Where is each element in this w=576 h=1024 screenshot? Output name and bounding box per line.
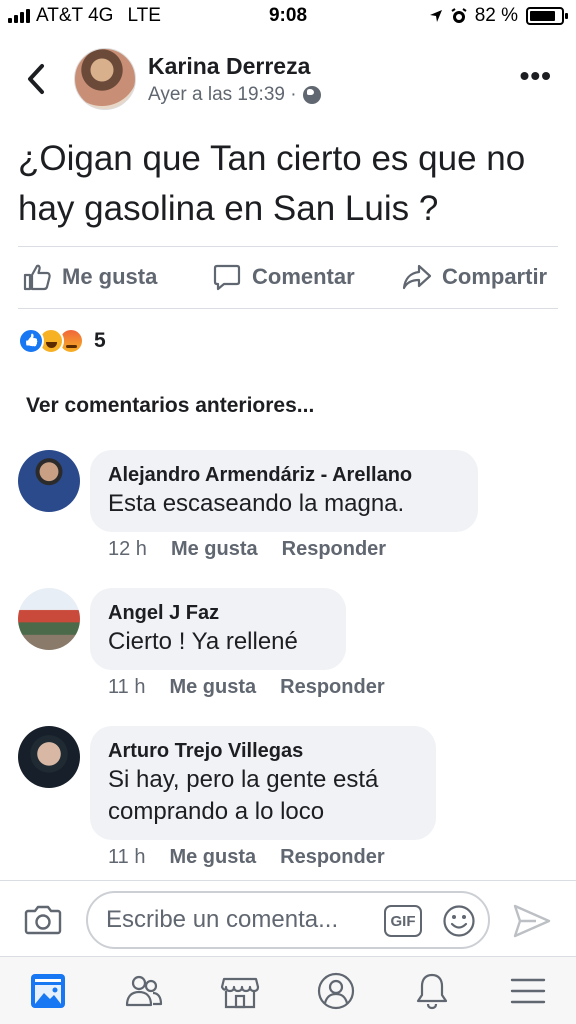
comment-time: 11 h [108, 676, 146, 698]
status-bar: AT&T 4G LTE 9:08 82 % [0, 0, 576, 34]
post-header: Karina Derreza Ayer a las 19:39 · ••• [0, 44, 576, 114]
comment-like-button[interactable]: Me gusta [171, 538, 258, 561]
reaction-count: 5 [94, 329, 106, 352]
comment-text: Esta escaseando la magna. [108, 490, 405, 517]
comment-author[interactable]: Arturo Trejo Villegas [108, 738, 418, 764]
comment-input[interactable]: Escribe un comenta... GIF [86, 891, 490, 949]
status-right: 82 % [429, 5, 568, 27]
comment-button[interactable]: Comentar [212, 262, 355, 292]
menu-icon[interactable] [508, 971, 548, 1011]
comment-label: Comentar [252, 264, 355, 289]
more-options-icon[interactable]: ••• [520, 62, 552, 90]
comment-bubble: Angel J Faz Cierto ! Ya rellené [90, 588, 346, 670]
comment-like-button[interactable]: Me gusta [169, 846, 256, 869]
battery-level [530, 11, 555, 21]
post-text: ¿Oigan que Tan cierto es que no hay gaso… [18, 139, 526, 228]
comment-icon [213, 264, 241, 291]
comment-reply-button[interactable]: Responder [280, 676, 384, 699]
friends-icon[interactable] [124, 971, 164, 1011]
comment-author[interactable]: Angel J Faz [108, 600, 328, 626]
gif-label: GIF [390, 912, 416, 930]
comment-reply-button[interactable]: Responder [280, 846, 384, 869]
share-button[interactable]: Compartir [402, 262, 547, 292]
share-icon [402, 264, 432, 290]
like-button[interactable]: Me gusta [22, 262, 157, 292]
author-name[interactable]: Karina Derreza [148, 53, 310, 80]
send-icon[interactable] [512, 903, 552, 939]
like-reaction-icon [18, 328, 44, 354]
like-label: Me gusta [62, 264, 158, 289]
camera-icon[interactable] [24, 903, 62, 935]
share-label: Compartir [442, 264, 548, 289]
commenter-avatar[interactable] [18, 450, 80, 512]
back-icon[interactable] [22, 62, 52, 96]
comment-actions: 11 h Me gusta Responder [108, 846, 385, 869]
comment-reply-button[interactable]: Responder [282, 538, 386, 561]
profile-icon[interactable] [316, 971, 356, 1011]
news-feed-icon[interactable] [28, 971, 68, 1011]
marketplace-icon[interactable] [220, 971, 260, 1011]
gif-icon[interactable]: GIF [384, 905, 422, 937]
location-arrow-icon [429, 10, 442, 22]
comment-composer: Escribe un comenta... GIF [0, 880, 576, 956]
divider [18, 246, 558, 247]
notifications-icon[interactable] [412, 971, 452, 1011]
comment-time: 11 h [108, 846, 146, 868]
comment-actions: 12 h Me gusta Responder [108, 538, 386, 561]
comment-actions: 11 h Me gusta Responder [108, 676, 385, 699]
comment-text: Cierto ! Ya rellené [108, 628, 298, 655]
comment-like-button[interactable]: Me gusta [169, 676, 256, 699]
alarm-icon [451, 8, 467, 23]
commenter-avatar[interactable] [18, 588, 80, 650]
thumbs-up-icon [23, 264, 51, 291]
post-action-bar: Me gusta Comentar Compartir [0, 250, 576, 306]
divider [18, 308, 558, 309]
comment-bubble: Alejandro Armendáriz - Arellano Esta esc… [90, 450, 478, 532]
comment-author[interactable]: Alejandro Armendáriz - Arellano [108, 462, 460, 488]
comment-bubble: Arturo Trejo Villegas Si hay, pero la ge… [90, 726, 436, 840]
reactions-summary[interactable]: 5 [18, 328, 106, 354]
comment-input-placeholder: Escribe un comenta... [106, 906, 339, 933]
comment-text-line: comprando a lo loco [108, 798, 325, 825]
author-avatar[interactable] [74, 48, 136, 110]
comment-text-line: Si hay, pero la gente está [108, 766, 379, 793]
comment-time: 12 h [108, 538, 147, 560]
view-previous-comments[interactable]: Ver comentarios anteriores... [26, 394, 314, 418]
battery-percent: 82 % [474, 5, 518, 26]
bottom-navigation [0, 956, 576, 1024]
post-timestamp: Ayer a las 19:39 · [148, 84, 297, 105]
battery-icon [526, 7, 568, 25]
post-meta: Ayer a las 19:39 · [148, 84, 321, 106]
emoji-icon[interactable] [442, 904, 476, 938]
commenter-avatar[interactable] [18, 726, 80, 788]
globe-icon [302, 86, 321, 104]
